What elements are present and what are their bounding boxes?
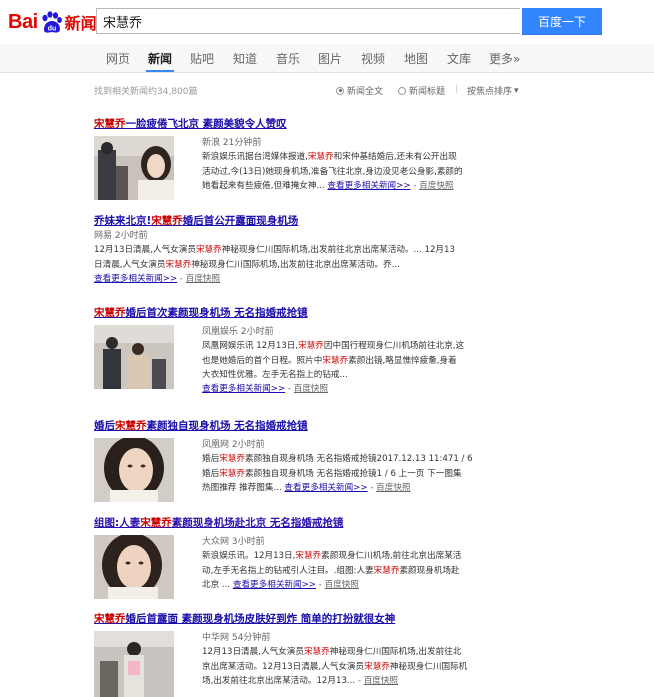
result-source: 网易 2小时前 bbox=[94, 231, 148, 241]
result-thumbnail[interactable] bbox=[94, 535, 174, 599]
snapshot-link[interactable]: 百度快照 bbox=[325, 580, 359, 590]
result-thumbnail[interactable] bbox=[94, 438, 174, 502]
sort-dropdown[interactable]: 按焦点排序 ▾ bbox=[467, 84, 519, 98]
result-count: 找到相关新闻约34,800篇 bbox=[94, 87, 198, 97]
result-source: 新浪 21分钟前 bbox=[202, 138, 262, 148]
result-snippet: 凤凰网娱乐讯 12月13日,宋慧乔因中国行程现身仁川机场前往北京,这 也是她婚后… bbox=[202, 341, 465, 395]
result-title-link[interactable]: 组图:人妻宋慧乔素颜现身机场赴北京 无名指婚戒抢镜 bbox=[94, 515, 343, 530]
result-snippet: 新浪娱乐讯据台湾媒体报道,宋慧乔和宋仲基结婚后,还未有公开出现 活动过,今(13… bbox=[202, 152, 463, 191]
header: Bai du 新闻 百度一下 bbox=[0, 0, 654, 44]
result-title-link[interactable]: 乔妹来北京!宋慧乔婚后首公开露面现身机场 bbox=[94, 213, 298, 228]
news-result: 组图:人妻宋慧乔素颜现身机场赴北京 无名指婚戒抢镜 大众网 3小时前 新浪娱乐讯… bbox=[94, 515, 461, 599]
more-related-link[interactable]: 查看更多相关新闻>> bbox=[202, 384, 285, 394]
tab-wenku[interactable]: 文库 bbox=[447, 50, 471, 67]
search-input[interactable] bbox=[97, 9, 520, 33]
radio-full-text-icon[interactable] bbox=[336, 86, 344, 95]
chevron-down-icon: ▾ bbox=[514, 85, 519, 96]
divider: | bbox=[455, 84, 459, 94]
search-box[interactable] bbox=[96, 8, 520, 34]
tab-video[interactable]: 视频 bbox=[361, 50, 385, 67]
tab-images[interactable]: 图片 bbox=[318, 50, 342, 67]
baidu-news-logo[interactable]: Bai du 新闻 bbox=[8, 7, 97, 37]
snapshot-link[interactable]: 百度快照 bbox=[186, 274, 220, 284]
sort-label: 按焦点排序 bbox=[467, 87, 513, 97]
result-snippet: 12月13日清晨,人气女演员宋慧乔神秘现身仁川国际机场,出发前往北京出席某活动。… bbox=[94, 245, 455, 284]
result-title-link[interactable]: 婚后宋慧乔素颜独自现身机场 无名指婚戒抢镜 bbox=[94, 418, 308, 433]
search-button[interactable]: 百度一下 bbox=[522, 8, 602, 35]
result-snippet: 12月13日清晨,人气女演员宋慧乔神秘现身仁川国际机场,出发前往北 京出席某活动… bbox=[202, 647, 468, 686]
logo-text-news: 新闻 bbox=[64, 14, 97, 33]
result-snippet: 婚后宋慧乔素颜独自现身机场 无名指婚戒抢镜2017.12.13 11:471 /… bbox=[202, 454, 473, 493]
news-result: 宋慧乔一脸疲倦飞北京 素颜美貌令人赞叹 新浪 21分钟前 新浪娱乐讯据台湾媒体报… bbox=[94, 116, 463, 200]
option-title-label: 新闻标题 bbox=[409, 87, 446, 97]
result-source: 凤凰网 2小时前 bbox=[202, 440, 265, 450]
news-result: 宋慧乔婚后首次素颜现身机场 无名指婚戒抢镜 凤凰娱乐 2小时前 凤凰网娱乐讯 1… bbox=[94, 305, 464, 394]
tab-music[interactable]: 音乐 bbox=[276, 50, 300, 67]
snapshot-link[interactable]: 百度快照 bbox=[376, 483, 410, 493]
paw-icon: du bbox=[39, 10, 63, 34]
tab-news[interactable]: 新闻 bbox=[148, 50, 172, 67]
tab-more[interactable]: 更多» bbox=[489, 50, 520, 67]
active-tab-indicator bbox=[146, 70, 174, 72]
logo-text-bai: Bai bbox=[8, 10, 38, 33]
option-title[interactable]: 新闻标题 bbox=[398, 84, 445, 97]
result-info-bar: 找到相关新闻约34,800篇 新闻全文 新闻标题 | 按焦点排序 ▾ bbox=[94, 84, 634, 98]
result-source: 中华网 54分钟前 bbox=[202, 633, 271, 643]
result-source: 凤凰娱乐 2小时前 bbox=[202, 327, 274, 337]
svg-text:du: du bbox=[47, 26, 56, 33]
nav-tabs: 网页 新闻 贴吧 知道 音乐 图片 视频 地图 文库 更多» bbox=[0, 44, 654, 73]
more-related-link[interactable]: 查看更多相关新闻>> bbox=[327, 181, 410, 191]
tab-tieba[interactable]: 贴吧 bbox=[190, 50, 214, 67]
result-title-link[interactable]: 宋慧乔一脸疲倦飞北京 素颜美貌令人赞叹 bbox=[94, 116, 287, 131]
news-result: 宋慧乔婚后首露面 素颜现身机场皮肤好到炸 简单的打扮就很女神 中华网 54分钟前… bbox=[94, 611, 467, 697]
result-snippet: 新浪娱乐讯。12月13日,宋慧乔素颜现身仁川机场,前往北京出席某活 动,左手无名… bbox=[202, 551, 462, 590]
news-result: 婚后宋慧乔素颜独自现身机场 无名指婚戒抢镜 凤凰网 2小时前 婚后宋慧乔素颜独自… bbox=[94, 418, 473, 502]
result-title-link[interactable]: 宋慧乔婚后首次素颜现身机场 无名指婚戒抢镜 bbox=[94, 305, 308, 320]
more-related-link[interactable]: 查看更多相关新闻>> bbox=[94, 274, 177, 284]
tab-web[interactable]: 网页 bbox=[106, 50, 130, 67]
more-related-link[interactable]: 查看更多相关新闻>> bbox=[233, 580, 316, 590]
result-thumbnail[interactable] bbox=[94, 631, 174, 697]
more-related-link[interactable]: 查看更多相关新闻>> bbox=[284, 483, 367, 493]
radio-title-icon[interactable] bbox=[398, 86, 406, 95]
news-result: 乔妹来北京!宋慧乔婚后首公开露面现身机场 网易 2小时前 12月13日清晨,人气… bbox=[94, 213, 455, 284]
snapshot-link[interactable]: 百度快照 bbox=[419, 181, 453, 191]
snapshot-link[interactable]: 百度快照 bbox=[294, 384, 328, 394]
option-full-text-label: 新闻全文 bbox=[347, 87, 384, 97]
snapshot-link[interactable]: 百度快照 bbox=[364, 676, 398, 686]
tab-zhidao[interactable]: 知道 bbox=[233, 50, 257, 67]
result-title-link[interactable]: 宋慧乔婚后首露面 素颜现身机场皮肤好到炸 简单的打扮就很女神 bbox=[94, 611, 395, 626]
result-source: 大众网 3小时前 bbox=[202, 537, 265, 547]
result-thumbnail[interactable] bbox=[94, 325, 174, 389]
result-thumbnail[interactable] bbox=[94, 136, 174, 200]
tab-map[interactable]: 地图 bbox=[404, 50, 428, 67]
option-full-text[interactable]: 新闻全文 bbox=[336, 84, 383, 97]
